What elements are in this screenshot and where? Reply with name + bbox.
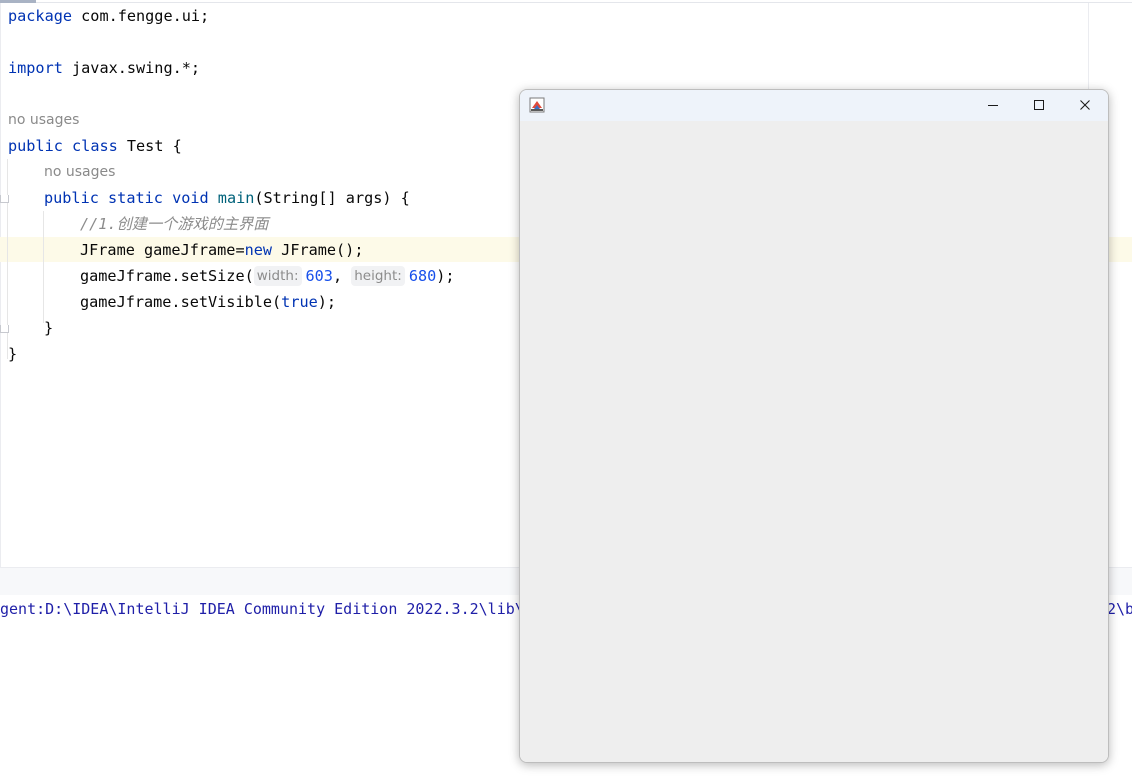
class-name: Test { <box>117 137 182 155</box>
keyword-import: import <box>8 59 63 77</box>
jframe-window[interactable] <box>519 89 1109 763</box>
keyword-public: public <box>44 189 99 207</box>
code-line-setsize[interactable]: gameJframe.setSize(width: 603, height: 680… <box>80 263 455 289</box>
code-line-class-close[interactable]: } <box>8 341 17 367</box>
console-command-line: gent:D:\IDEA\IntelliJ IDEA Community Edi… <box>0 600 533 618</box>
height-value: 680 <box>408 267 437 285</box>
width-value: 603 <box>305 267 333 285</box>
keyword-new: new <box>244 241 273 259</box>
inlay-hint-height: height: <box>351 266 405 286</box>
setsize-close: ); <box>436 267 455 285</box>
java-icon <box>529 97 545 113</box>
argument-separator: , <box>332 267 352 285</box>
keyword-package: package <box>8 7 73 25</box>
code-line-method-close[interactable]: } <box>44 315 53 341</box>
import-path: javax.swing.*; <box>62 59 201 77</box>
jframe-content-pane[interactable] <box>520 121 1108 762</box>
package-name: com.fengge.ui; <box>72 7 210 25</box>
maximize-button[interactable] <box>1016 90 1062 120</box>
keyword-static: static <box>108 189 163 207</box>
code-line-package[interactable]: package com.fengge.ui; <box>8 3 209 29</box>
jframe-constructor: JFrame(); <box>272 241 364 259</box>
jframe-declaration: JFrame gameJframe= <box>80 241 245 259</box>
minimize-button[interactable] <box>970 90 1016 120</box>
jframe-titlebar[interactable] <box>520 90 1108 121</box>
setvisible-close: ); <box>317 293 337 311</box>
console-command-line-tail: 2\bi <box>1107 600 1132 618</box>
indent-guide-method <box>43 211 44 323</box>
code-comment[interactable]: //1.创建一个游戏的主界面 <box>80 211 268 237</box>
fold-marker-method-close[interactable] <box>0 325 9 333</box>
code-line-class-declaration[interactable]: public class Test { <box>8 133 182 159</box>
minimize-icon <box>988 105 998 106</box>
close-button[interactable] <box>1062 90 1108 120</box>
fold-marker-method-open[interactable] <box>0 195 9 203</box>
keyword-void: void <box>172 189 209 207</box>
close-icon <box>1080 100 1090 110</box>
usage-hint-main[interactable]: no usages <box>44 159 115 185</box>
code-line-setvisible[interactable]: gameJframe.setVisible(true); <box>80 289 336 315</box>
maximize-icon <box>1034 100 1044 110</box>
code-line-main-method[interactable]: public static void main(String[] args) { <box>44 185 410 211</box>
method-name: main <box>217 189 255 207</box>
keyword-public: public <box>8 137 63 155</box>
inlay-hint-width: width: <box>253 266 302 286</box>
setsize-call: gameJframe.setSize( <box>80 267 254 285</box>
usage-hint-class[interactable]: no usages <box>8 107 79 133</box>
setvisible-call: gameJframe.setVisible( <box>80 293 282 311</box>
code-line-import[interactable]: import javax.swing.*; <box>8 55 200 81</box>
keyword-true: true <box>281 293 318 311</box>
code-line-new-jframe[interactable]: JFrame gameJframe=new JFrame(); <box>80 237 363 263</box>
keyword-class: class <box>72 137 118 155</box>
method-params: (String[] args) { <box>254 189 410 207</box>
